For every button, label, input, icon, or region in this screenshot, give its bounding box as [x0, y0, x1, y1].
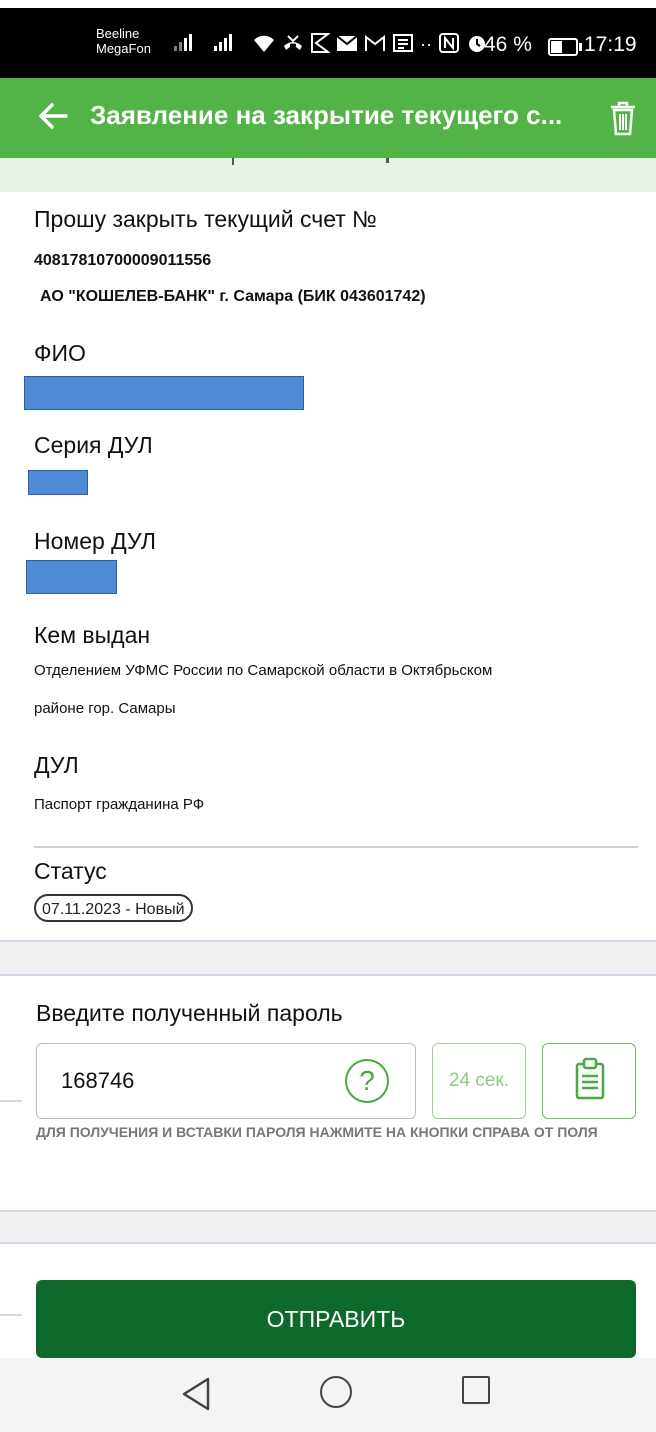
fio-label: ФИО — [34, 340, 86, 366]
collapsed-header-band — [0, 158, 656, 192]
gmail-icon — [364, 32, 386, 59]
password-hint: Для получения и вставки пароля нажмите н… — [36, 1124, 598, 1140]
nav-back-button[interactable] — [180, 1376, 212, 1412]
mail-icon — [336, 32, 358, 59]
system-nav-bar — [0, 1358, 656, 1432]
back-button[interactable] — [34, 96, 74, 136]
arrow-left-icon — [39, 103, 68, 129]
signal-icon — [174, 34, 192, 51]
battery-icon — [548, 38, 582, 56]
issued-by-line1: Отделением УФМС России по Самарской обла… — [34, 662, 493, 679]
cut-text-fragment — [386, 158, 389, 163]
password-value: 168746 — [61, 1068, 135, 1093]
issued-by-label: Кем выдан — [34, 622, 151, 648]
carrier-names: Beeline MegaFon — [96, 26, 151, 56]
bank-info: АО "КОШЕЛЕВ-БАНК" г. Самара (БИК 0436017… — [40, 288, 426, 305]
notification-icon — [310, 32, 331, 59]
triangle-back-icon — [182, 1377, 210, 1411]
clipboard-icon — [575, 1057, 605, 1100]
section-separator — [0, 940, 656, 976]
dots-icon: ·· — [420, 34, 432, 54]
submit-button[interactable]: ОТПРАВИТЬ — [36, 1280, 636, 1358]
battery-percent: 46 % — [484, 33, 532, 56]
carrier-1: Beeline — [96, 26, 140, 41]
resend-timer-button[interactable]: 24 сек. — [432, 1043, 526, 1119]
wifi-icon — [252, 32, 276, 59]
password-input[interactable]: 168746 ? — [36, 1043, 416, 1119]
status-icons: ·· — [252, 32, 488, 59]
nfc-icon — [438, 32, 460, 59]
carrier-2: MegaFon — [96, 41, 151, 56]
status-badge: 07.11.2023 - Новый — [34, 894, 193, 922]
edge-line — [0, 1314, 22, 1316]
account-number: 40817810700009011556 — [34, 252, 212, 269]
clock: 17:19 — [584, 33, 637, 56]
edge-line — [0, 1100, 22, 1102]
delete-button[interactable] — [608, 98, 638, 138]
section-separator — [0, 1210, 656, 1244]
password-label: Введите полученный пароль — [36, 1000, 343, 1026]
status-bar: Beeline MegaFon ·· 46 % 17:19 — [0, 8, 656, 78]
dul-label: ДУЛ — [34, 752, 79, 778]
cut-text-fragment — [232, 158, 234, 165]
series-label: Серия ДУЛ — [34, 432, 153, 458]
number-label: Номер ДУЛ — [34, 528, 156, 554]
number-redacted — [26, 560, 117, 594]
nav-recent-button[interactable] — [462, 1376, 490, 1404]
trash-icon — [611, 101, 635, 136]
top-margin — [0, 0, 656, 8]
paste-button[interactable] — [542, 1043, 636, 1119]
series-redacted — [28, 470, 88, 495]
request-label: Прошу закрыть текущий счет № — [34, 206, 377, 232]
issued-by-line2: районе гор. Самары — [34, 700, 176, 717]
signal-icon-2 — [214, 34, 232, 51]
missed-call-icon — [282, 32, 304, 59]
app-bar: Заявление на закрытие текущего с... — [0, 78, 656, 158]
nav-home-button[interactable] — [320, 1376, 352, 1408]
dul-value: Паспорт гражданина РФ — [34, 796, 205, 813]
news-icon — [392, 32, 414, 59]
help-button[interactable]: ? — [345, 1059, 389, 1103]
fio-redacted — [24, 376, 304, 410]
divider — [34, 846, 638, 848]
page-title: Заявление на закрытие текущего с... — [90, 100, 563, 130]
status-label: Статус — [34, 858, 107, 884]
